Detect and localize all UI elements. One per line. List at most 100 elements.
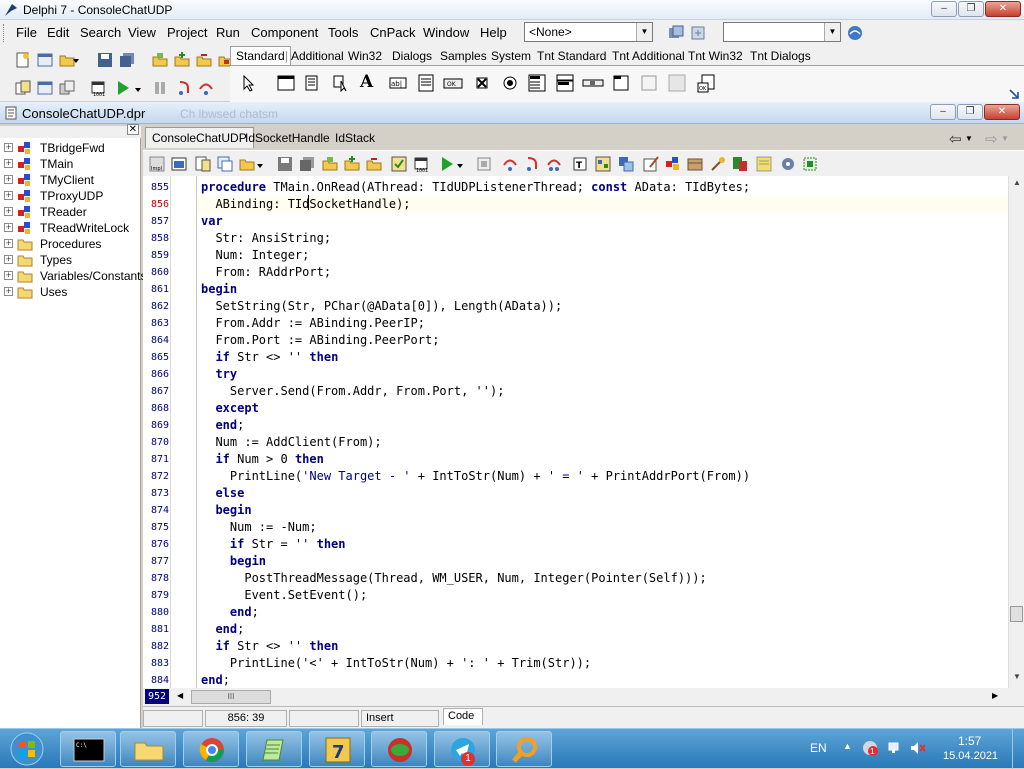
add-to-project-icon[interactable] bbox=[173, 51, 191, 69]
component-icon[interactable] bbox=[664, 155, 682, 173]
taskbar-notepad[interactable] bbox=[246, 731, 302, 767]
code-line[interactable]: Str: AnsiString; bbox=[201, 230, 331, 247]
chevron-down-icon[interactable]: ▼ bbox=[1001, 134, 1009, 143]
align-icon[interactable] bbox=[594, 155, 612, 173]
form-list-icon[interactable] bbox=[216, 155, 234, 173]
new-form-icon[interactable]: 1001 bbox=[90, 79, 108, 97]
chevron-down-icon[interactable] bbox=[256, 159, 264, 171]
save-icon[interactable] bbox=[96, 51, 114, 69]
expand-icon[interactable]: + bbox=[4, 207, 13, 216]
palette-tab-dialogs[interactable]: Dialogs bbox=[392, 49, 432, 63]
step-over-icon[interactable] bbox=[523, 155, 541, 173]
editor-minimize-button[interactable]: – bbox=[930, 104, 956, 120]
chevron-down-icon[interactable]: ▼ bbox=[965, 134, 973, 143]
menu-window[interactable]: Window bbox=[423, 25, 469, 40]
expand-icon[interactable]: + bbox=[4, 287, 13, 296]
package-icon[interactable] bbox=[686, 155, 704, 173]
vertical-scroll-thumb[interactable] bbox=[1010, 606, 1023, 622]
unit-list-icon[interactable] bbox=[194, 155, 212, 173]
chevron-down-icon[interactable]: ▼ bbox=[636, 23, 652, 41]
palette-tab-standard[interactable]: Standard bbox=[230, 46, 291, 65]
chevron-down-icon[interactable] bbox=[456, 159, 464, 171]
palette-tab-tnt-additional[interactable]: Tnt Additional bbox=[612, 49, 685, 63]
tab-idsockethandle[interactable]: IdSocketHandle bbox=[241, 129, 334, 147]
add-to-project-icon[interactable] bbox=[343, 155, 361, 173]
save-desktop-icon[interactable] bbox=[667, 24, 685, 42]
expand-icon[interactable]: + bbox=[4, 143, 13, 152]
language-indicator[interactable]: EN bbox=[810, 741, 827, 755]
panel-icon[interactable] bbox=[667, 73, 687, 93]
close-button[interactable]: ✕ bbox=[985, 1, 1021, 17]
editor-restore-button[interactable]: ❐ bbox=[957, 104, 983, 120]
scroll-up-icon[interactable]: ▲ bbox=[1009, 178, 1024, 192]
checklist-icon[interactable] bbox=[390, 155, 408, 173]
actionlist-icon[interactable]: OK bbox=[696, 73, 718, 95]
forward-arrow-icon[interactable]: ⇨ bbox=[985, 130, 998, 148]
code-line[interactable]: end; bbox=[201, 417, 244, 434]
run-icon[interactable] bbox=[438, 155, 456, 173]
open-file-icon[interactable] bbox=[238, 155, 256, 173]
code-line[interactable]: Event.SetEvent(); bbox=[201, 587, 367, 604]
scroll-right-icon[interactable]: ▶ bbox=[992, 691, 998, 700]
open-project-icon[interactable] bbox=[321, 155, 339, 173]
expand-icon[interactable]: + bbox=[4, 223, 13, 232]
tab-order-icon[interactable]: T bbox=[571, 155, 589, 173]
chevron-down-icon[interactable] bbox=[72, 54, 80, 66]
code-line[interactable]: else bbox=[201, 485, 244, 502]
form-view-icon[interactable] bbox=[170, 155, 188, 173]
editor-close-button[interactable]: ✕ bbox=[984, 104, 1020, 120]
show-desktop-button[interactable] bbox=[1012, 729, 1024, 769]
code-line[interactable]: Server.Send(From.Addr, From.Port, ''); bbox=[201, 383, 505, 400]
code-line[interactable]: SetString(Str, PChar(@AData[0]), Length(… bbox=[201, 298, 562, 315]
volume-muted-icon[interactable] bbox=[909, 740, 927, 756]
menu-view[interactable]: View bbox=[128, 25, 156, 40]
set-debug-desktop-icon[interactable] bbox=[689, 24, 707, 42]
code-line[interactable]: From.Addr := ABinding.PeerIP; bbox=[201, 315, 425, 332]
radiogroup-icon[interactable] bbox=[639, 73, 659, 93]
code-line[interactable]: PostThreadMessage(Thread, WM_USER, Num, … bbox=[201, 570, 706, 587]
remove-from-project-icon[interactable] bbox=[195, 51, 213, 69]
restore-button[interactable]: ❐ bbox=[958, 1, 984, 17]
code-line[interactable]: end; bbox=[201, 672, 230, 688]
trace-into-icon[interactable] bbox=[175, 79, 193, 97]
scrollbar-icon[interactable] bbox=[582, 73, 604, 93]
wizard-icon[interactable] bbox=[709, 155, 727, 173]
menu-cnpack[interactable]: CnPack bbox=[370, 25, 416, 40]
menu-help[interactable]: Help bbox=[480, 25, 507, 40]
cnpack-icon[interactable] bbox=[846, 24, 864, 42]
palette-scroll-arrow-icon[interactable] bbox=[1008, 88, 1020, 100]
desktop-config-combo[interactable]: <None> ▼ bbox=[524, 22, 653, 42]
view-form-icon[interactable] bbox=[36, 79, 54, 97]
notes-icon[interactable] bbox=[755, 155, 773, 173]
code-line[interactable]: Num := AddClient(From); bbox=[201, 434, 381, 451]
code-line[interactable]: end; bbox=[201, 621, 244, 638]
horizontal-scroll-thumb[interactable]: III bbox=[191, 690, 271, 704]
scroll-left-icon[interactable]: ◀ bbox=[177, 691, 183, 700]
clock-date[interactable]: 15.04.2021 bbox=[943, 750, 998, 762]
code-line[interactable]: begin bbox=[201, 502, 251, 519]
palette-tab-tnt-dialogs[interactable]: Tnt Dialogs bbox=[750, 49, 811, 63]
network-icon[interactable] bbox=[887, 740, 903, 756]
menu-project[interactable]: Project bbox=[167, 25, 207, 40]
scroll-down-icon[interactable]: ▼ bbox=[1009, 672, 1024, 686]
vertical-scrollbar[interactable]: ▲ ▼ bbox=[1008, 176, 1024, 688]
start-button[interactable] bbox=[6, 731, 48, 767]
taskbar-chrome[interactable] bbox=[183, 731, 239, 767]
new-items-icon[interactable] bbox=[14, 51, 32, 69]
code-line[interactable]: begin bbox=[201, 553, 266, 570]
code-line[interactable]: Num := -Num; bbox=[201, 519, 317, 536]
minimize-button[interactable]: – bbox=[931, 1, 957, 17]
expand-icon[interactable]: + bbox=[4, 271, 13, 280]
tab-consolechatudp[interactable]: ConsoleChatUDP bbox=[145, 127, 254, 148]
code-line[interactable]: Num: Integer; bbox=[201, 247, 309, 264]
expand-icon[interactable]: + bbox=[4, 159, 13, 168]
palette-tab-tnt-standard[interactable]: Tnt Standard bbox=[537, 49, 606, 63]
menu-run[interactable]: Run bbox=[216, 25, 240, 40]
program-reset-icon[interactable] bbox=[475, 155, 493, 173]
groupbox-icon[interactable] bbox=[611, 73, 631, 93]
menu-component[interactable]: Component bbox=[251, 25, 318, 40]
clock-time[interactable]: 1:57 bbox=[958, 734, 981, 748]
taskbar-explorer[interactable] bbox=[120, 731, 176, 767]
menu-file[interactable]: File bbox=[16, 25, 37, 40]
save-all-icon[interactable] bbox=[298, 155, 316, 173]
